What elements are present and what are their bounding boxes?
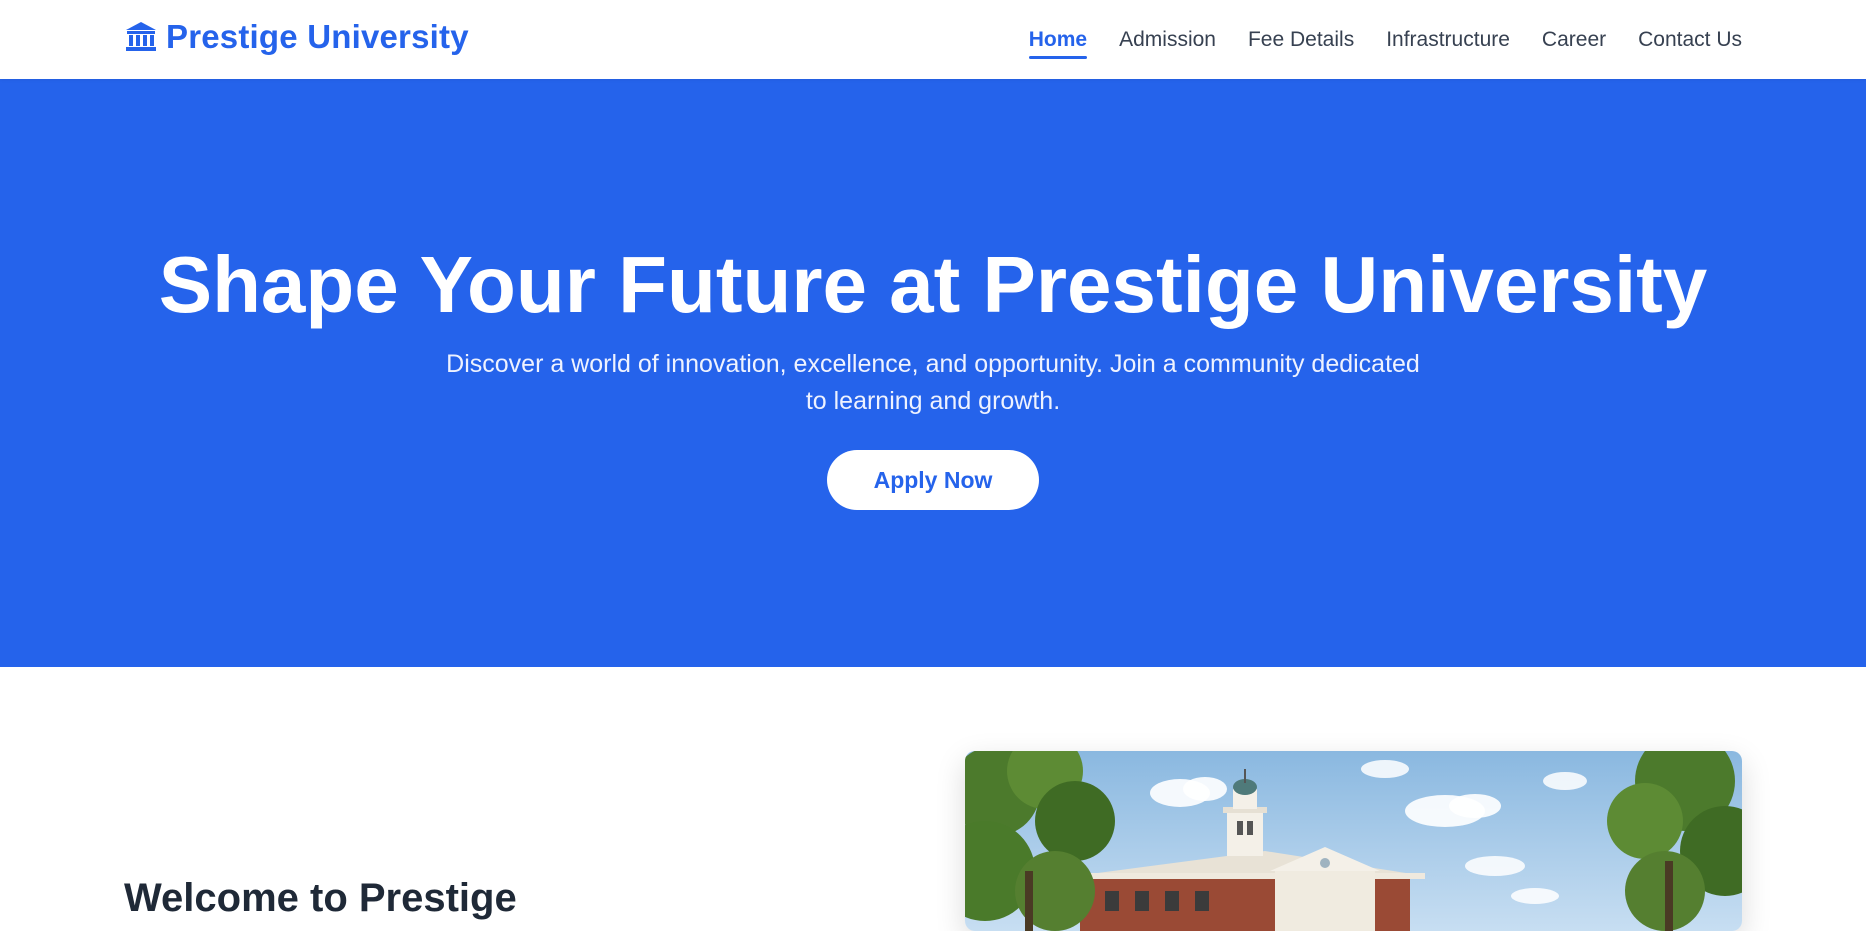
hero-title: Shape Your Future at Prestige University xyxy=(158,240,1708,329)
nav-item-contact-us: Contact Us xyxy=(1638,26,1742,54)
main-nav: Home Admission Fee Details Infrastructur… xyxy=(1029,0,1742,79)
nav-item-infrastructure: Infrastructure xyxy=(1386,26,1510,54)
site-header: Prestige University Home Admission Fee D… xyxy=(0,0,1866,79)
brand-logo-link[interactable]: Prestige University xyxy=(124,17,469,57)
nav-link-infrastructure[interactable]: Infrastructure xyxy=(1386,28,1510,51)
nav-link-contact-us[interactable]: Contact Us xyxy=(1638,28,1742,51)
university-building-icon xyxy=(126,22,156,51)
about-heading: Welcome to Prestige xyxy=(124,876,517,920)
apply-now-button[interactable]: Apply Now xyxy=(827,450,1039,510)
nav-link-home[interactable]: Home xyxy=(1029,28,1087,51)
brand-name: Prestige University xyxy=(166,18,469,55)
nav-link-fee-details[interactable]: Fee Details xyxy=(1248,28,1354,51)
hero-section: Shape Your Future at Prestige University… xyxy=(0,79,1866,667)
campus-building-illustration xyxy=(965,751,1742,931)
nav-link-career[interactable]: Career xyxy=(1542,28,1606,51)
nav-item-admission: Admission xyxy=(1119,26,1216,54)
campus-photo xyxy=(965,751,1742,931)
nav-item-home: Home xyxy=(1029,26,1087,54)
nav-item-career: Career xyxy=(1542,26,1606,54)
nav-item-fee-details: Fee Details xyxy=(1248,26,1354,54)
about-section: Welcome to Prestige xyxy=(0,667,1866,931)
hero-subtitle: Discover a world of innovation, excellen… xyxy=(446,350,1420,415)
nav-link-admission[interactable]: Admission xyxy=(1119,28,1216,51)
